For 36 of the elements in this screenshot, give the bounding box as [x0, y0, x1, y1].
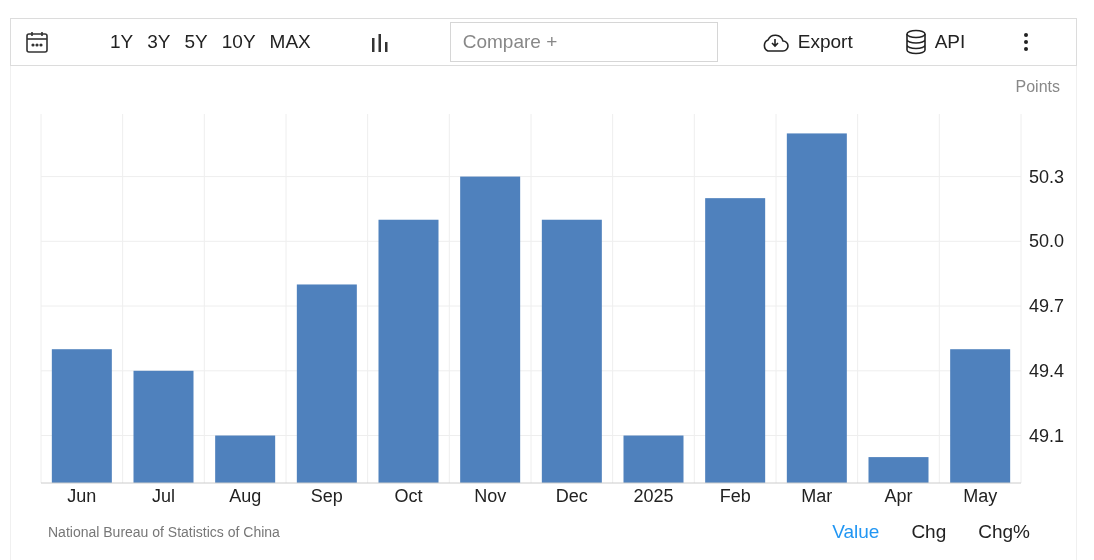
axis-category-label: Mar	[801, 486, 833, 506]
chart-bar	[868, 457, 929, 483]
axis-category-label: May	[963, 486, 998, 506]
view-tab[interactable]: Chg%	[978, 521, 1030, 543]
axis-category-label: Oct	[394, 486, 423, 506]
api-button[interactable]: API	[904, 29, 966, 55]
calendar-icon[interactable]	[25, 30, 49, 54]
chart-bar	[623, 435, 684, 483]
range-tab[interactable]: 10Y	[214, 29, 263, 55]
range-tab[interactable]: 5Y	[177, 29, 215, 55]
export-button[interactable]: Export	[759, 31, 853, 53]
axis-category-label: Feb	[719, 486, 751, 506]
axis-category-label: Sep	[310, 486, 343, 506]
compare-field[interactable]: Compare +	[449, 22, 718, 62]
more-icon[interactable]	[1023, 32, 1030, 52]
range-tab[interactable]: 3Y	[140, 29, 178, 55]
axis-category-label: Nov	[474, 486, 507, 506]
unit-label: Points	[1015, 78, 1060, 96]
source-text: National Bureau of Statistics of China	[48, 524, 280, 540]
chart-bar	[215, 435, 276, 483]
axis-category-label: Apr	[884, 486, 913, 506]
axis-tick-label: 50.3	[1029, 166, 1065, 187]
axis-tick-label: 49.4	[1029, 360, 1065, 381]
database-icon	[904, 29, 927, 55]
axis-tick-label: 49.7	[1029, 296, 1065, 317]
range-tab[interactable]: 1Y	[103, 29, 141, 55]
axis-tick-label: 49.1	[1029, 425, 1065, 446]
axis-category-label: Aug	[229, 486, 262, 506]
view-tab[interactable]: Chg	[911, 521, 947, 543]
axis-category-label: Jul	[152, 486, 175, 506]
axis-category-label: Jun	[67, 486, 97, 506]
axis-tick-label: 50.0	[1029, 231, 1065, 252]
axis-category-label: 2025	[633, 486, 674, 506]
range-tab[interactable]: MAX	[262, 29, 318, 55]
axis-category-label: Dec	[555, 486, 588, 506]
bar-chart-icon[interactable]	[369, 32, 390, 52]
